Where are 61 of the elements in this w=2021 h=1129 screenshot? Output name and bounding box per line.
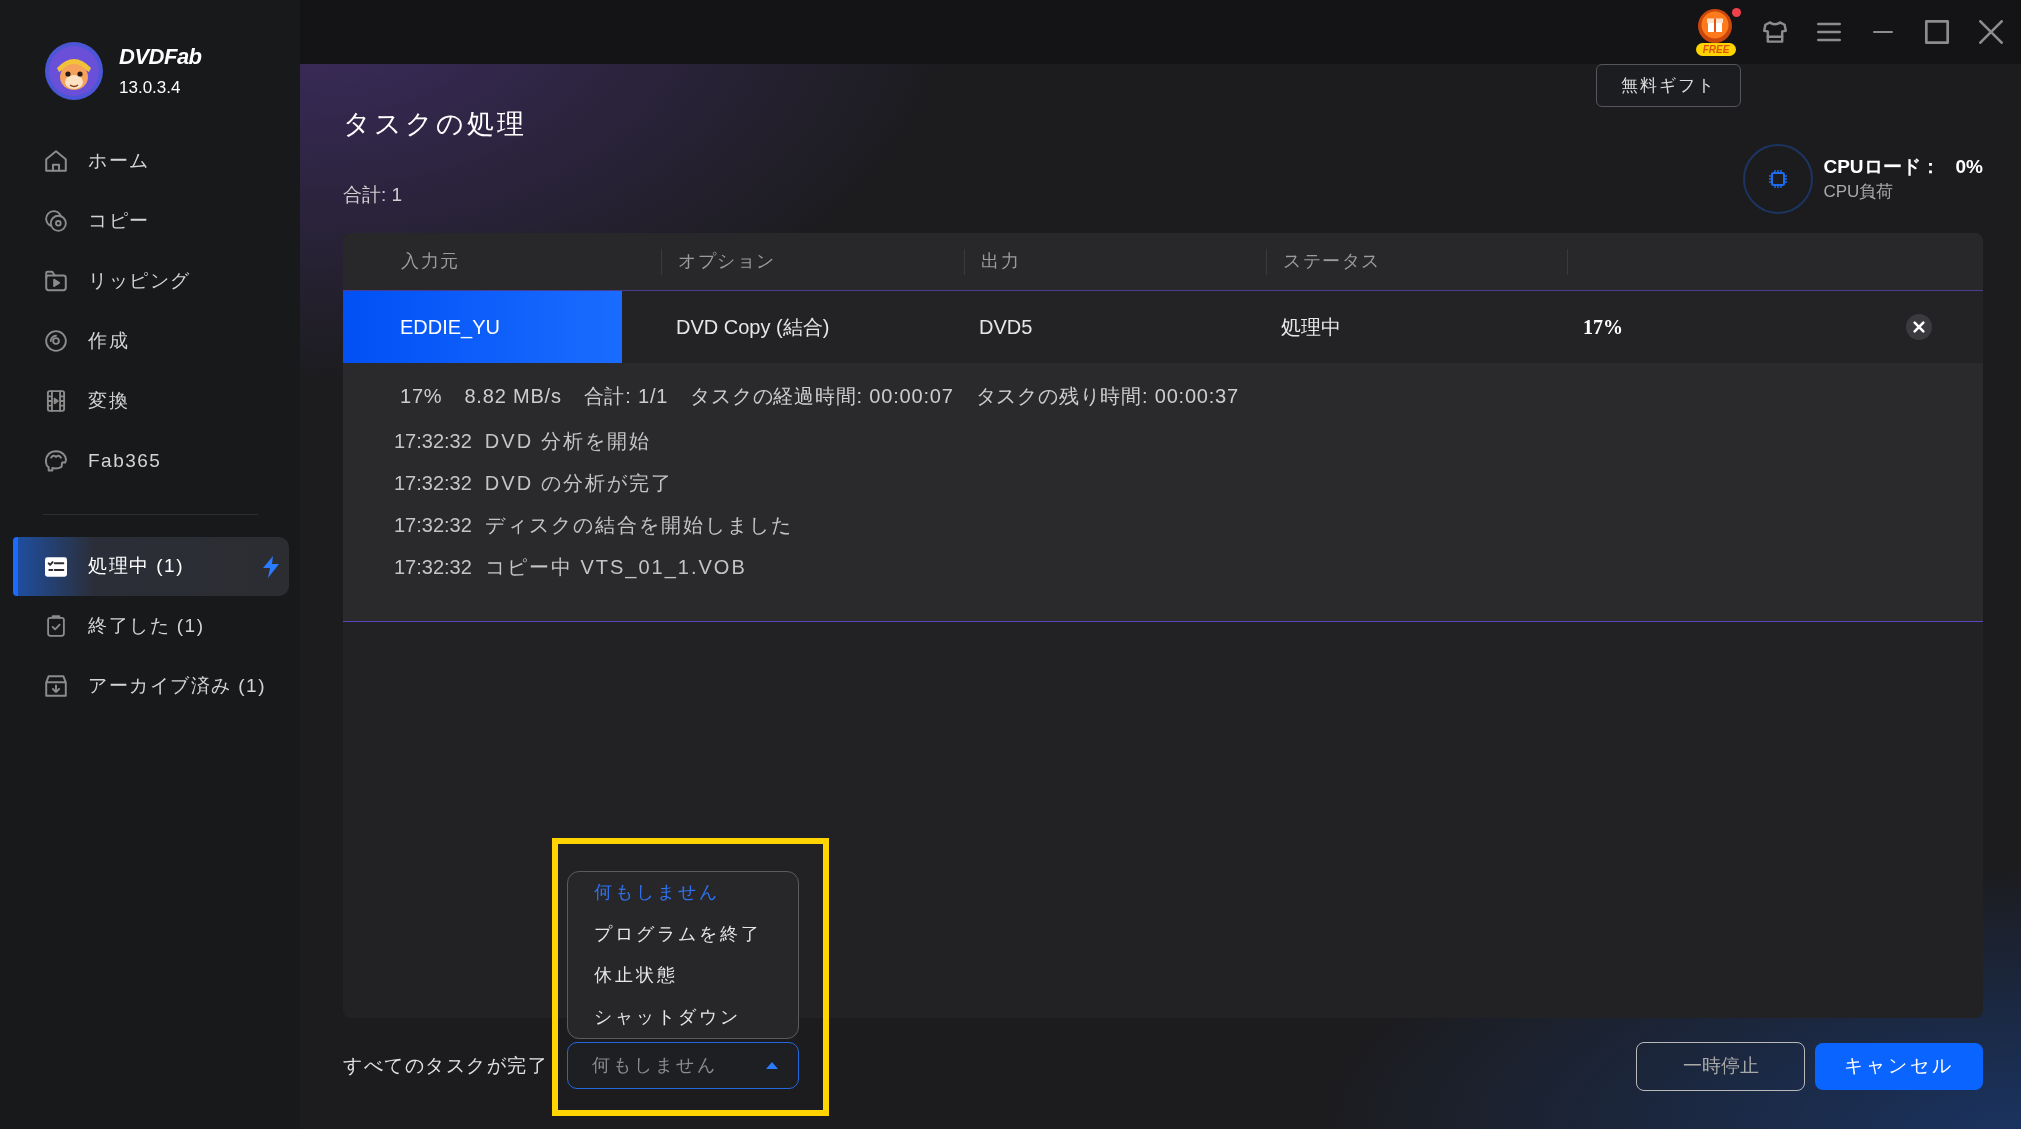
sidebar-item[interactable]: 作成 — [0, 311, 300, 371]
log-time: 17:32:32 — [394, 471, 472, 496]
mascot-logo-icon — [45, 42, 103, 100]
dropdown-option[interactable]: 休止状態 — [568, 955, 798, 997]
menu-icon[interactable] — [1817, 20, 1841, 44]
dropdown-option[interactable]: プログラムを終了 — [568, 913, 798, 955]
caret-icon — [766, 1062, 778, 1069]
checklist-icon — [45, 555, 67, 578]
completion-select[interactable]: 何もしません — [567, 1042, 799, 1089]
sidebar-item[interactable]: リッピング — [0, 251, 300, 311]
page-title: タスクの処理 — [343, 108, 527, 141]
stat-text: タスクの残り時間: 00:00:37 — [975, 384, 1239, 409]
table-cell-text: EDDIE_YU — [399, 315, 502, 341]
folder-play-icon — [45, 270, 67, 292]
close-icon[interactable] — [1906, 314, 1932, 340]
home-icon — [45, 150, 67, 172]
cpu-load-value: 0% — [1955, 155, 1983, 179]
log-message: ディスクの結合を開始しました — [484, 513, 793, 538]
table-cell-text: DVD5 — [978, 315, 1034, 340]
maximize-icon[interactable] — [1925, 20, 1949, 44]
stat-text: 17% — [400, 384, 443, 409]
log-message: DVD の分析が完了 — [484, 471, 673, 496]
film-icon — [45, 390, 67, 412]
head-icon — [45, 450, 67, 472]
gift-icon — [1698, 9, 1732, 43]
log-time: 17:32:32 — [394, 513, 472, 538]
sidebar-item[interactable]: 終了した (1) — [13, 596, 289, 656]
archive-box-icon — [45, 675, 67, 697]
stat-text: 8.82 MB/s — [464, 384, 562, 409]
log-message: DVD 分析を開始 — [484, 429, 651, 454]
sidebar-item[interactable]: コピー — [0, 191, 300, 251]
column-header: 入力元 — [400, 250, 461, 273]
gift-tooltip: 無料ギフト — [1596, 64, 1741, 107]
disc-icon — [45, 330, 67, 352]
stat-text: タスクの経過時間: 00:00:07 — [690, 384, 954, 409]
clipboard-check-icon — [45, 615, 67, 637]
log-time: 17:32:32 — [394, 429, 472, 454]
minimize-icon[interactable] — [1871, 30, 1895, 34]
sidebar-item[interactable]: ホーム — [0, 131, 300, 191]
cpu-chip-icon — [1743, 144, 1814, 214]
brand-name: DVDFab — [119, 44, 202, 70]
sidebar-item[interactable]: Fab365 — [0, 431, 300, 491]
cpu-load-label: CPUロード： — [1823, 155, 1940, 179]
completion-label: すべてのタスクが完了 — [343, 1054, 549, 1078]
cancel-button[interactable]: キャンセル — [1815, 1043, 1983, 1090]
dropdown-option[interactable]: シャットダウン — [568, 996, 798, 1038]
stat-text: 合計: 1/1 — [583, 384, 669, 409]
shirt-icon[interactable] — [1763, 20, 1787, 44]
sidebar-item[interactable]: 変換 — [0, 371, 300, 431]
sidebar-item[interactable]: アーカイブ済み (1) — [13, 656, 289, 716]
pause-button[interactable]: 一時停止 — [1636, 1042, 1805, 1091]
table-cell-text: 処理中 — [1280, 315, 1342, 340]
cpu-caption: CPU負荷 — [1823, 181, 1895, 203]
log-time: 17:32:32 — [394, 555, 472, 580]
table-cell-text: DVD Copy (結合) — [675, 315, 831, 340]
sidebar-item[interactable]: 処理中 (1) — [13, 537, 289, 596]
discs-icon — [45, 210, 67, 232]
log-message: コピー中 VTS_01_1.VOB — [484, 555, 747, 581]
version-label: 13.0.3.4 — [119, 78, 182, 98]
total-count: 合計: 1 — [343, 183, 404, 207]
progress-percent: 17% — [1583, 315, 1623, 340]
